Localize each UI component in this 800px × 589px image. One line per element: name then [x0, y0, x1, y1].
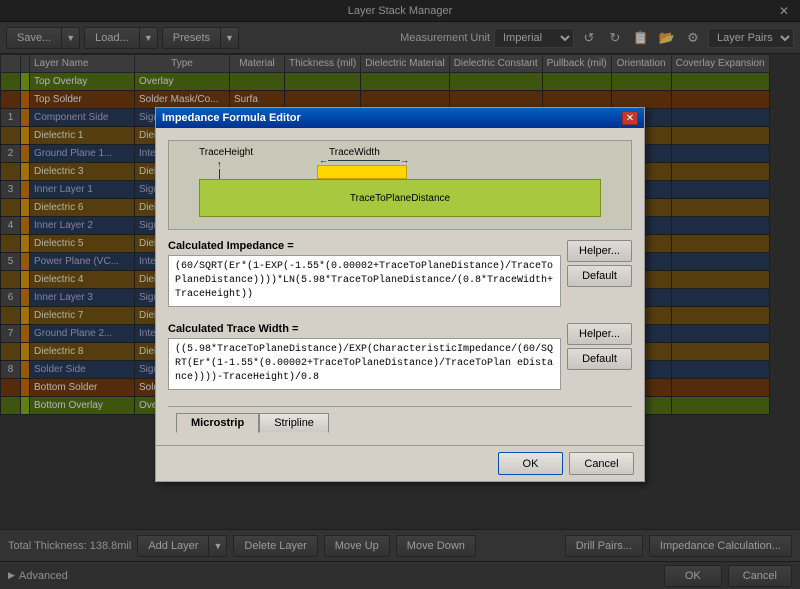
dielectric-area: TraceToPlaneDistance: [199, 179, 601, 217]
arrow-left-icon: ←: [319, 155, 328, 165]
trace-width-line: [328, 160, 400, 161]
dialog-body: TraceHeight TraceWidth ↑ ↓ ← →: [156, 128, 644, 445]
impedance-default-button[interactable]: Default: [567, 265, 632, 287]
trace-height-label: TraceHeight: [199, 147, 253, 158]
dialog-ok-button[interactable]: OK: [498, 452, 563, 475]
arrow-up-icon: ↑: [217, 159, 222, 169]
dialog-cancel-button[interactable]: Cancel: [569, 452, 634, 475]
dialog-close-button[interactable]: ✕: [622, 111, 638, 125]
impedance-formula-section: Calculated Impedance = (60/SQRT(Er*(1-EX…: [168, 240, 632, 315]
trace-width-default-button[interactable]: Default: [567, 348, 632, 370]
arrow-right-icon: →: [400, 155, 409, 165]
calc-impedance-label: Calculated Impedance =: [168, 240, 561, 252]
trace-width-formula-buttons: Helper... Default: [567, 323, 632, 370]
trace-bar: [317, 165, 407, 179]
trace-width-arrows: ← →: [319, 155, 409, 165]
impedance-diagram: TraceHeight TraceWidth ↑ ↓ ← →: [168, 140, 632, 230]
dialog-overlay: Impedance Formula Editor ✕ TraceHeight T…: [0, 0, 800, 589]
calc-impedance-formula[interactable]: (60/SQRT(Er*(1-EXP(-1.55*(0.00002+TraceT…: [168, 255, 561, 307]
trace-width-formula-side: Calculated Trace Width = ((5.98*TraceToP…: [168, 323, 561, 398]
dialog-title: Impedance Formula Editor: [162, 112, 301, 124]
calc-width-formula[interactable]: ((5.98*TraceToPlaneDistance)/EXP(Charact…: [168, 338, 561, 390]
dialog-title-bar: Impedance Formula Editor ✕: [156, 108, 644, 128]
impedance-formula-side: Calculated Impedance = (60/SQRT(Er*(1-EX…: [168, 240, 561, 315]
tab-stripline[interactable]: Stripline: [259, 413, 329, 433]
dialog-tabs: Microstrip Stripline: [168, 406, 632, 433]
dialog-footer: OK Cancel: [156, 445, 644, 481]
trace-to-plane-label: TraceToPlaneDistance: [350, 193, 450, 204]
trace-width-formula-section: Calculated Trace Width = ((5.98*TraceToP…: [168, 323, 632, 398]
impedance-formula-dialog: Impedance Formula Editor ✕ TraceHeight T…: [155, 107, 645, 482]
trace-width-helper-button[interactable]: Helper...: [567, 323, 632, 345]
calc-width-label: Calculated Trace Width =: [168, 323, 561, 335]
impedance-formula-buttons: Helper... Default: [567, 240, 632, 287]
impedance-helper-button[interactable]: Helper...: [567, 240, 632, 262]
tab-microstrip[interactable]: Microstrip: [176, 413, 259, 433]
